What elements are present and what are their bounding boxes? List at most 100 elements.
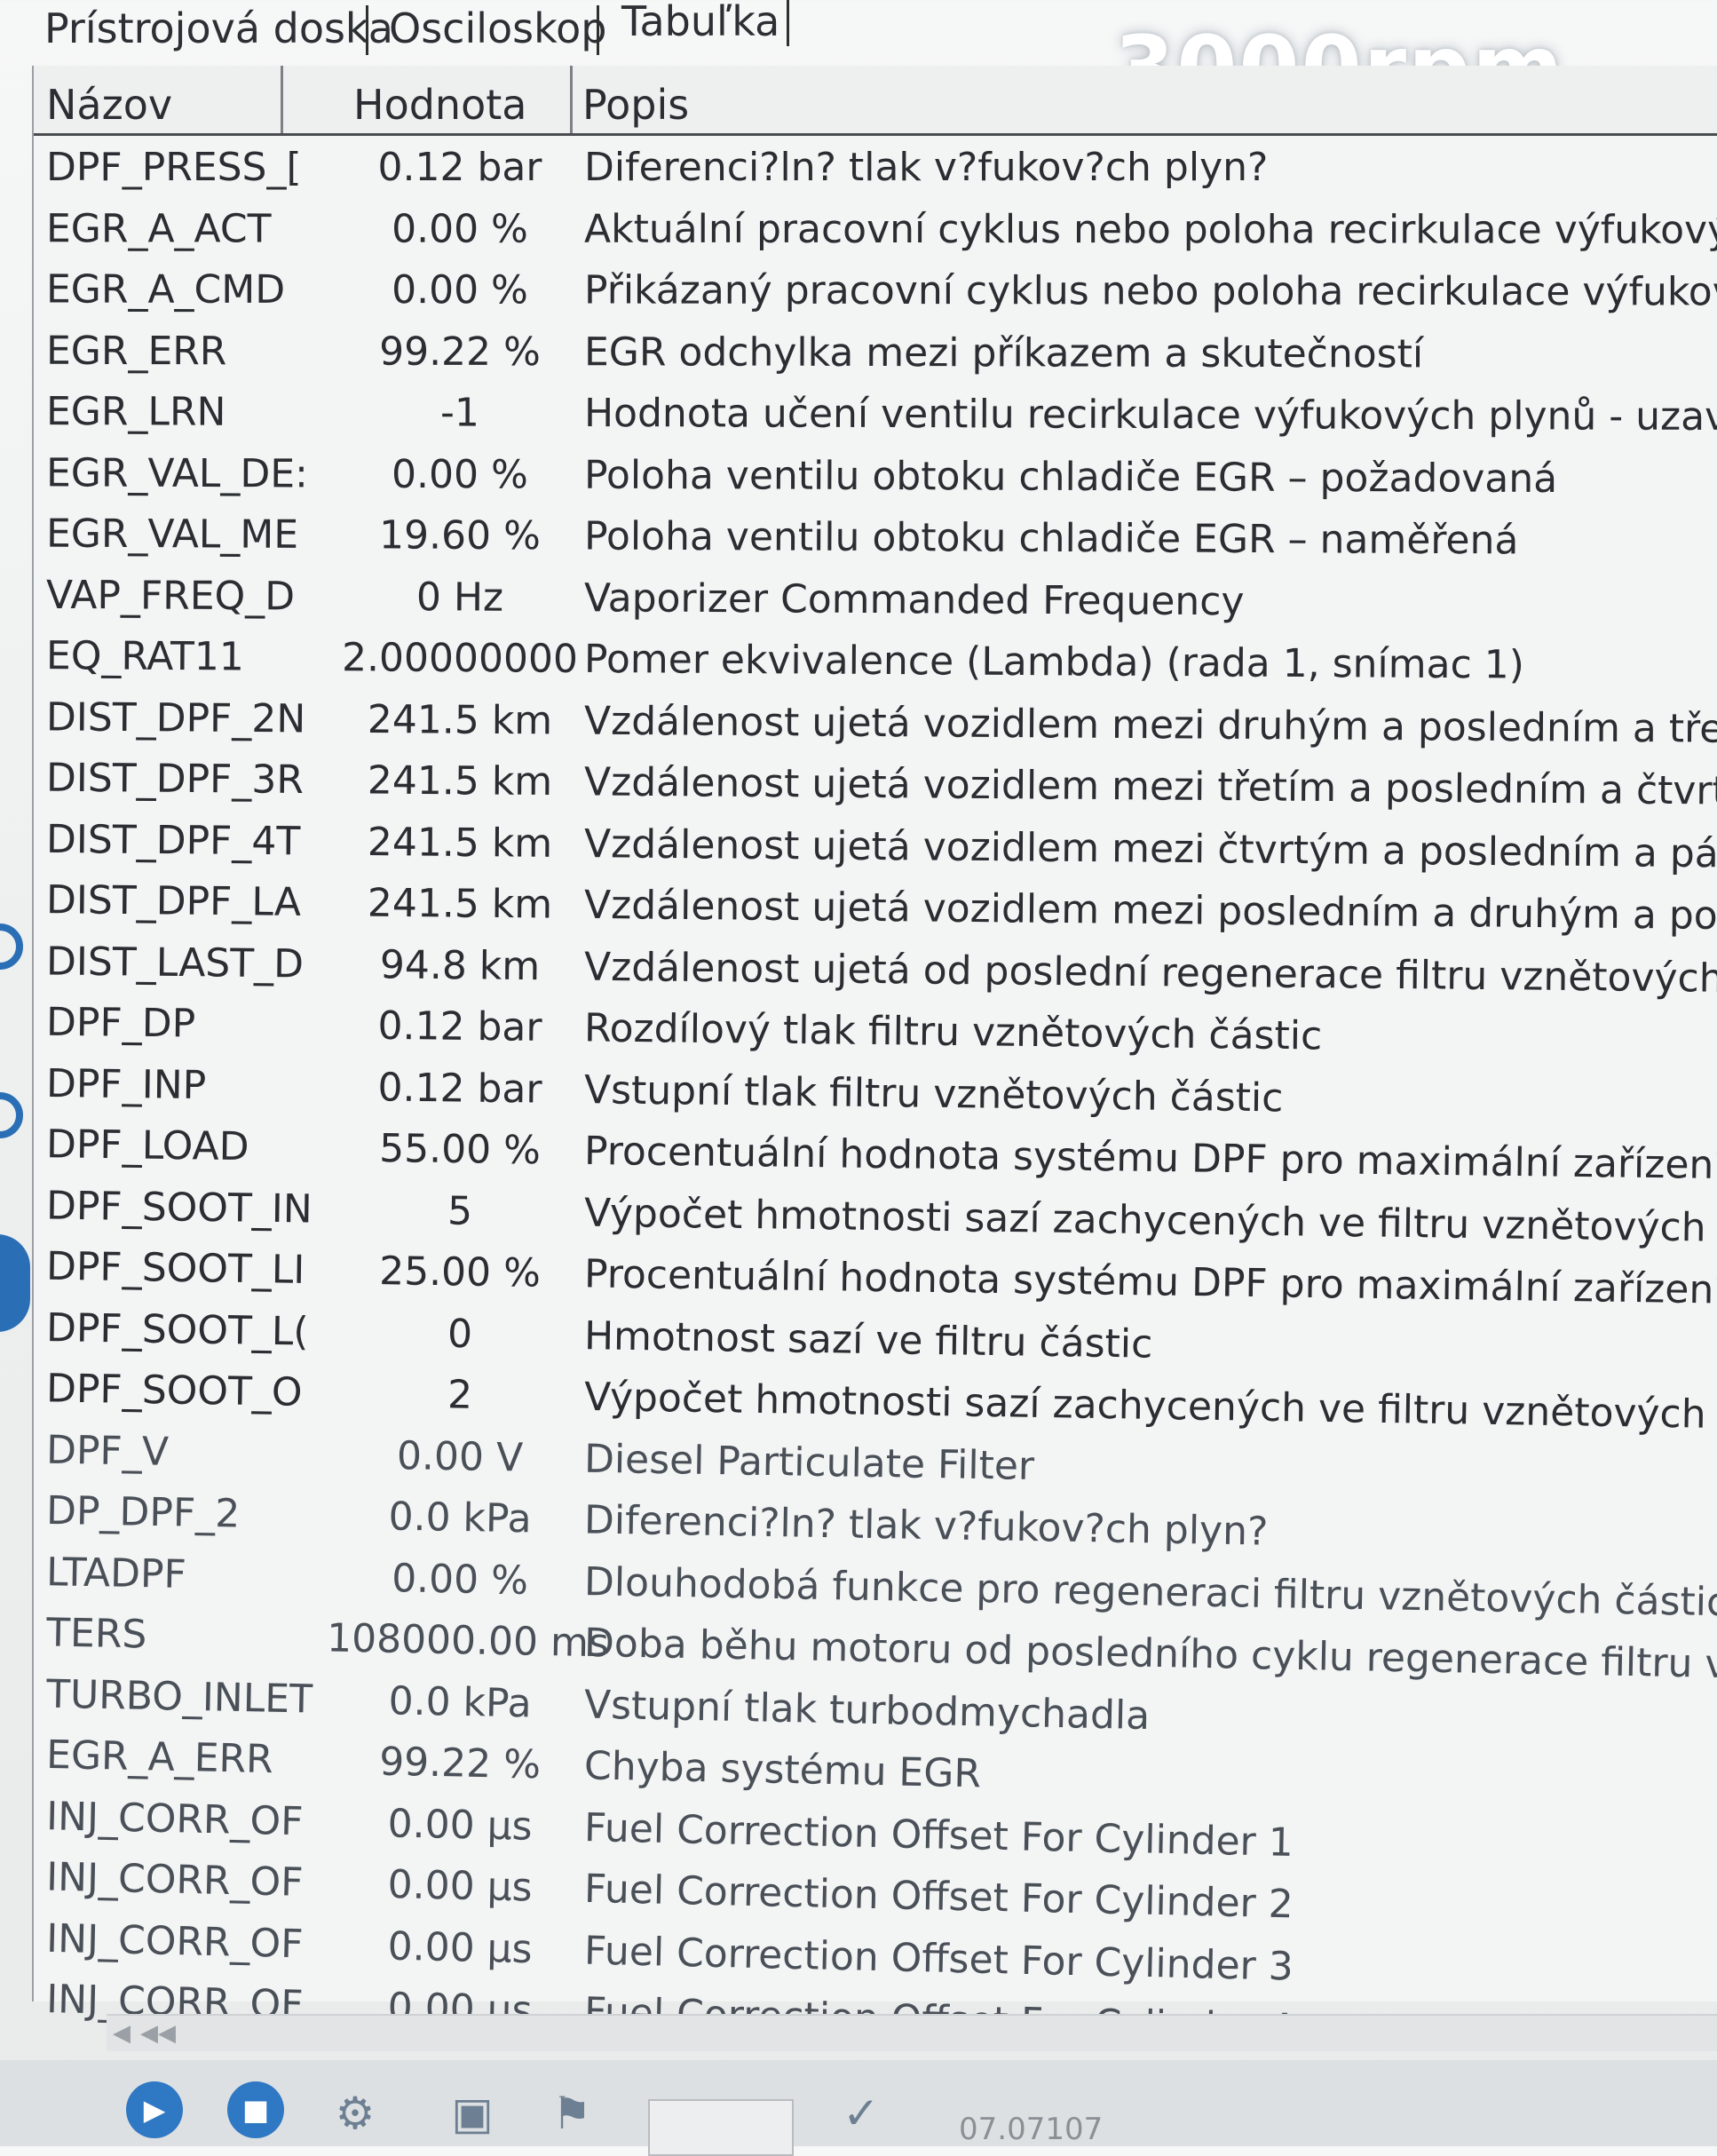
parameter-name: EGR_A_CMD bbox=[45, 266, 286, 313]
parameter-value: 0.00 μs bbox=[387, 1861, 534, 1911]
parameter-value: 0.00 μs bbox=[387, 1922, 534, 1972]
parameter-name: INJ_CORR_OF bbox=[45, 1915, 305, 1967]
column-divider[interactable] bbox=[281, 66, 283, 133]
save-icon[interactable]: ▣ bbox=[446, 2087, 499, 2140]
parameter-description: Hodnota učení ventilu recirkulace výfuko… bbox=[583, 390, 1717, 440]
table-row[interactable]: EGR_LRN -1 Hodnota učení ventilu recirkula… bbox=[34, 381, 1717, 448]
parameter-description: Poloha ventilu obtoku chladiče EGR – nam… bbox=[583, 513, 1519, 564]
play-icon: ▶ bbox=[143, 2093, 166, 2127]
parameter-value: 0.12 bar bbox=[377, 1003, 542, 1050]
parameter-description: Pomer ekvivalence (Lambda) (rada 1, sním… bbox=[583, 636, 1525, 688]
check-icon[interactable]: ✓ bbox=[835, 2087, 888, 2140]
table-row[interactable]: EGR_VAL_ME 19.60 % Poloha ventilu obtoku c… bbox=[34, 503, 1717, 574]
table-row[interactable]: EGR_A_CMD 0.00 % Přikázaný pracovní cyklus… bbox=[34, 259, 1717, 324]
table-header: Názov Hodnota Popis bbox=[34, 66, 1717, 136]
stop-icon: ■ bbox=[241, 2093, 270, 2127]
tab-separator bbox=[366, 5, 368, 55]
bottom-toolbar: ▶ ■ ⚙ ▣ ⚑ ✓ 07.07107 bbox=[0, 2060, 1717, 2156]
parameter-value: 99.22 % bbox=[379, 329, 541, 375]
parameter-description: Vzdálenost ujetá vozidlem mezi čtvrtým a… bbox=[583, 820, 1717, 877]
parameter-name: DIST_DPF_4T bbox=[45, 816, 301, 864]
live-data-table: Názov Hodnota Popis DPF_PRESS_[0.12 bar D… bbox=[32, 66, 1717, 2051]
table-row[interactable]: EGR_VAL_DE: 0.00 % Poloha ventilu obtoku c… bbox=[34, 442, 1717, 511]
column-header-name[interactable]: Názov bbox=[46, 66, 172, 133]
tab-table[interactable]: Tabuľka bbox=[621, 0, 779, 48]
parameter-value: 55.00 % bbox=[378, 1125, 542, 1174]
table-row[interactable]: EGR_ERR 99.22 % EGR odchylka mezi příkazem… bbox=[34, 320, 1717, 385]
parameter-name: INJ_CORR_OF bbox=[45, 1854, 305, 1906]
parameter-name: EGR_VAL_DE: bbox=[45, 449, 308, 496]
table-row[interactable]: EGR_A_ACT 0.00 % Aktuální pracovní cyklus … bbox=[34, 198, 1717, 261]
column-header-description[interactable]: Popis bbox=[582, 66, 689, 133]
parameter-value: 5 bbox=[447, 1188, 473, 1234]
background-window-edge bbox=[0, 133, 30, 1998]
logo-icon bbox=[0, 1234, 30, 1332]
parameter-value: 0.00 % bbox=[392, 451, 528, 497]
parameter-name: INJ_CORR_OF bbox=[45, 1793, 305, 1844]
parameter-name: EGR_VAL_ME bbox=[45, 511, 299, 558]
parameter-name: DP_DPF_2 bbox=[45, 1487, 241, 1537]
parameter-description: EGR odchylka mezi příkazem a skutečností bbox=[583, 329, 1424, 377]
settings-icon[interactable]: ⚙ bbox=[328, 2087, 382, 2140]
parameter-value: 0.00 V bbox=[396, 1432, 524, 1480]
parameter-name: DPF_SOOT_IN bbox=[45, 1183, 313, 1233]
parameter-value: 2 bbox=[447, 1372, 473, 1418]
parameter-value: 241.5 km bbox=[367, 819, 553, 867]
parameter-name: DPF_V bbox=[45, 1427, 170, 1475]
parameter-name: TERS bbox=[45, 1610, 147, 1658]
parameter-name: DPF_INP bbox=[45, 1060, 207, 1108]
parameter-name: DIST_DPF_2N bbox=[45, 694, 306, 741]
parameter-description: Poloha ventilu obtoku chladiče EGR – pož… bbox=[583, 452, 1558, 502]
parameter-value: 19.60 % bbox=[378, 512, 542, 559]
tab-dashboard[interactable]: Prístrojová doska bbox=[44, 2, 393, 55]
tab-oscilloscope[interactable]: Osciloskop bbox=[389, 2, 606, 55]
parameter-name: VAP_FREQ_D bbox=[45, 572, 296, 619]
parameter-name: EQ_RAT11 bbox=[45, 633, 244, 680]
flag-icon[interactable]: ⚑ bbox=[545, 2087, 598, 2140]
stop-button[interactable]: ■ bbox=[227, 2081, 284, 2138]
parameter-name: DPF_DP bbox=[45, 999, 196, 1047]
parameter-description: Aktuální pracovní cyklus nebo poloha rec… bbox=[583, 206, 1717, 253]
table-row[interactable]: DPF_PRESS_[ 0.12 bar Diferenci?ln? tlak v?… bbox=[34, 137, 1717, 199]
parameter-value: 0.12 bar bbox=[377, 1064, 542, 1113]
parameter-value: 99.22 % bbox=[378, 1739, 542, 1788]
table-row[interactable]: VAP_FREQ_D 0 Hz Vaporizer Commanded Freque… bbox=[34, 564, 1717, 635]
parameter-value: 241.5 km bbox=[367, 757, 553, 805]
parameter-value: 0 bbox=[447, 1311, 473, 1357]
parameter-name: DPF_SOOT_LI bbox=[45, 1243, 305, 1293]
play-button[interactable]: ▶ bbox=[126, 2081, 183, 2138]
horizontal-scrollbar[interactable]: ◀ ◀◀ bbox=[107, 2014, 1717, 2051]
scroll-left-icon[interactable]: ◀ bbox=[107, 2019, 137, 2048]
parameter-value: 0.12 bar bbox=[377, 145, 542, 190]
parameter-value: 0.00 % bbox=[392, 267, 528, 313]
toolbar-readout: 07.07107 bbox=[959, 2112, 1104, 2147]
parameter-name: DPF_LOAD bbox=[45, 1122, 249, 1170]
parameter-value: 0 Hz bbox=[415, 574, 504, 621]
column-header-value[interactable]: Hodnota bbox=[353, 66, 526, 133]
parameter-name: DIST_LAST_D bbox=[45, 938, 305, 987]
gear-icon bbox=[0, 923, 23, 970]
table-row[interactable]: EQ_RAT11 2.00000000 Pomer ekvivalence (Lam… bbox=[34, 625, 1717, 698]
parameter-description: Vzdálenost ujetá vozidlem mezi druhým a … bbox=[583, 698, 1717, 753]
parameter-value: 2.00000000 bbox=[341, 635, 579, 682]
parameter-name: EGR_A_ACT bbox=[45, 205, 272, 251]
parameter-name: DPF_SOOT_L( bbox=[45, 1304, 309, 1354]
parameter-name: TURBO_INLET bbox=[45, 1671, 313, 1723]
tab-separator bbox=[597, 5, 599, 55]
parameter-description: Přikázaný pracovní cyklus nebo poloha re… bbox=[583, 267, 1717, 315]
parameter-value: 241.5 km bbox=[367, 696, 553, 743]
toolbar-field[interactable] bbox=[648, 2099, 794, 2156]
column-divider[interactable] bbox=[570, 66, 573, 133]
parameter-value: 94.8 km bbox=[379, 941, 541, 989]
parameter-value: 0.00 % bbox=[392, 206, 528, 252]
scroll-left-fast-icon[interactable]: ◀◀ bbox=[140, 2019, 176, 2048]
parameter-description: Vaporizer Commanded Frequency bbox=[583, 575, 1245, 624]
parameter-description: Vzdálenost ujetá vozidlem mezi třetím a … bbox=[583, 759, 1717, 815]
parameter-description: Diferenci?ln? tlak v?fukov?ch plyn? bbox=[584, 145, 1269, 190]
parameter-value: 108000.00 ms bbox=[326, 1615, 610, 1667]
parameter-value: -1 bbox=[439, 390, 480, 436]
parameter-name: EGR_LRN bbox=[45, 389, 226, 435]
parameter-value: 0.00 % bbox=[391, 1555, 529, 1604]
parameter-name: LTADPF bbox=[45, 1549, 187, 1597]
parameter-name: DPF_PRESS_[ bbox=[46, 145, 302, 190]
